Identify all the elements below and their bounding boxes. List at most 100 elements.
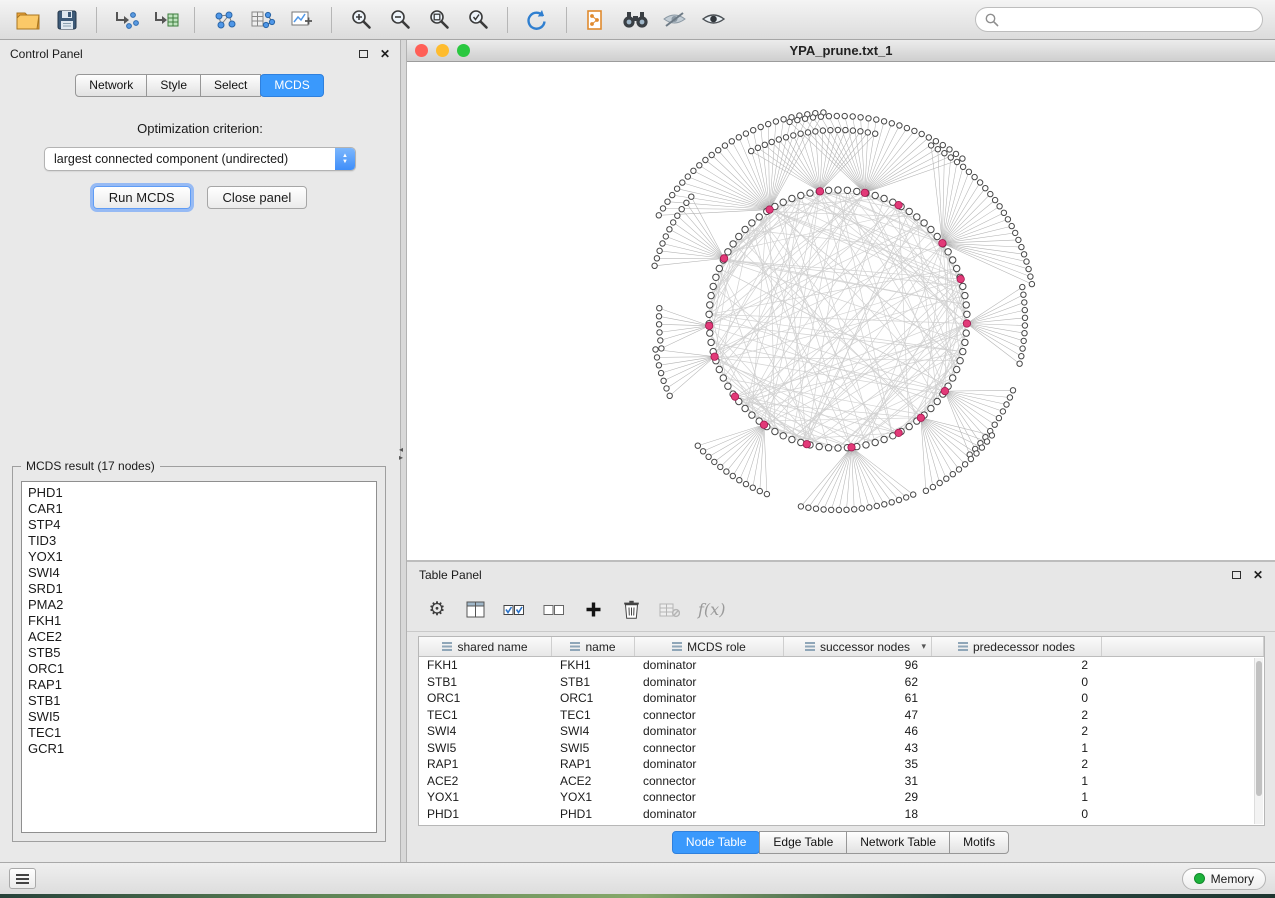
table-row[interactable]: SWI4SWI4dominator462 [419, 723, 1264, 740]
status-menu-button[interactable] [9, 868, 36, 889]
network-from-selection-button[interactable] [580, 5, 612, 35]
search-input[interactable] [1005, 13, 1253, 27]
network-window-titlebar[interactable]: YPA_prune.txt_1 [407, 40, 1275, 62]
memory-button[interactable]: Memory [1182, 868, 1266, 890]
mcds-result-item[interactable]: PMA2 [22, 597, 376, 613]
column-header-successor-nodes[interactable]: successor nodes ▾ [784, 637, 932, 656]
tab-mcds[interactable]: MCDS [260, 74, 323, 97]
leaf-node [795, 117, 800, 122]
mcds-result-item[interactable]: FKH1 [22, 613, 376, 629]
table-row[interactable]: ACE2ACE2connector311 [419, 773, 1264, 790]
tab-motifs[interactable]: Motifs [949, 831, 1009, 854]
import-table-button[interactable] [149, 5, 181, 35]
delete-column-button[interactable] [621, 598, 641, 622]
dominator-node[interactable] [711, 353, 718, 360]
criterion-dropdown[interactable]: largest connected component (undirected)… [44, 147, 356, 171]
dominator-node[interactable] [803, 441, 810, 448]
table-scrollbar-thumb[interactable] [1256, 661, 1262, 796]
zoom-selected-button[interactable] [462, 5, 494, 35]
hide-button[interactable] [658, 5, 690, 35]
zoom-fit-button[interactable] [423, 5, 455, 35]
mcds-result-item[interactable]: SWI4 [22, 565, 376, 581]
table-row[interactable]: FKH1FKH1dominator962 [419, 657, 1264, 674]
table-row[interactable]: SWI5SWI5connector431 [419, 740, 1264, 757]
table-row[interactable]: ORC1ORC1dominator610 [419, 690, 1264, 707]
dominator-node[interactable] [720, 255, 727, 262]
table-row[interactable]: PHD1PHD1dominator180 [419, 806, 1264, 823]
tab-edge-table[interactable]: Edge Table [759, 831, 847, 854]
table-settings-button[interactable]: ⚙ [427, 598, 447, 622]
sort-chevron-icon[interactable]: ▾ [921, 641, 926, 652]
close-panel-button[interactable]: Close panel [207, 186, 308, 209]
mcds-result-item[interactable]: TEC1 [22, 725, 376, 741]
dominator-node[interactable] [895, 201, 902, 208]
dominator-node[interactable] [848, 444, 855, 451]
dominator-node[interactable] [731, 393, 738, 400]
add-column-button[interactable] [583, 598, 603, 622]
column-header-shared-name[interactable]: shared name [419, 637, 552, 656]
dominator-node[interactable] [941, 387, 948, 394]
export-image-button[interactable] [286, 5, 318, 35]
mcds-result-list[interactable]: PHD1CAR1STP4TID3YOX1SWI4SRD1PMA2FKH1ACE2… [21, 481, 377, 833]
deselect-all-button[interactable] [543, 598, 565, 622]
column-header-mcds-role[interactable]: MCDS role [635, 637, 784, 656]
find-button[interactable] [619, 5, 651, 35]
float-table-panel-icon[interactable] [1232, 571, 1241, 579]
tab-node-table[interactable]: Node Table [672, 831, 761, 854]
float-panel-icon[interactable] [359, 50, 368, 58]
network-from-table-button[interactable] [247, 5, 279, 35]
column-header-predecessor-nodes[interactable]: predecessor nodes [932, 637, 1102, 656]
tab-style[interactable]: Style [146, 74, 201, 97]
dominator-node[interactable] [917, 414, 924, 421]
dominator-node[interactable] [939, 240, 946, 247]
dominator-node[interactable] [861, 189, 868, 196]
close-table-panel-icon[interactable]: ✕ [1253, 570, 1263, 580]
mcds-result-item[interactable]: STB1 [22, 693, 376, 709]
close-panel-icon[interactable]: ✕ [380, 49, 390, 59]
mcds-result-item[interactable]: CAR1 [22, 501, 376, 517]
mcds-result-item[interactable]: ORC1 [22, 661, 376, 677]
mcds-result-item[interactable]: TID3 [22, 533, 376, 549]
dominator-node[interactable] [760, 421, 767, 428]
table-row[interactable]: STB1STB1dominator620 [419, 674, 1264, 691]
dominator-node[interactable] [895, 429, 902, 436]
dominator-node[interactable] [706, 322, 713, 329]
mcds-result-item[interactable]: STB5 [22, 645, 376, 661]
mcds-result-item[interactable]: YOX1 [22, 549, 376, 565]
table-row[interactable]: RAP1RAP1dominator352 [419, 756, 1264, 773]
new-network-button[interactable] [208, 5, 240, 35]
dominator-node[interactable] [766, 206, 773, 213]
column-header-name[interactable]: name [552, 637, 635, 656]
mcds-result-item[interactable]: GCR1 [22, 741, 376, 757]
splitter-collapse-icons[interactable]: ◂▸ [399, 446, 403, 462]
import-network-button[interactable] [110, 5, 142, 35]
show-columns-button[interactable] [465, 598, 485, 622]
table-row[interactable]: YOX1YOX1connector291 [419, 789, 1264, 806]
panel-splitter[interactable]: ◂▸ [400, 40, 407, 862]
tab-network[interactable]: Network [75, 74, 147, 97]
mcds-result-item[interactable]: PHD1 [22, 485, 376, 501]
mcds-result-item[interactable]: SRD1 [22, 581, 376, 597]
search-box[interactable] [975, 7, 1263, 32]
leaf-node [944, 476, 949, 481]
dominator-node[interactable] [963, 320, 970, 327]
network-canvas[interactable] [407, 62, 1275, 560]
mcds-result-item[interactable]: RAP1 [22, 677, 376, 693]
zoom-in-button[interactable] [345, 5, 377, 35]
tab-select[interactable]: Select [200, 74, 261, 97]
zoom-out-button[interactable] [384, 5, 416, 35]
run-mcds-button[interactable]: Run MCDS [93, 186, 191, 209]
tab-network-table[interactable]: Network Table [846, 831, 950, 854]
dominator-node[interactable] [816, 188, 823, 195]
table-row[interactable]: TEC1TEC1connector472 [419, 707, 1264, 724]
mcds-result-item[interactable]: STP4 [22, 517, 376, 533]
mcds-result-item[interactable]: SWI5 [22, 709, 376, 725]
open-folder-button[interactable] [12, 5, 44, 35]
save-button[interactable] [51, 5, 83, 35]
select-all-button[interactable] [503, 598, 525, 622]
table-scrollbar[interactable] [1254, 658, 1263, 824]
mcds-result-item[interactable]: ACE2 [22, 629, 376, 645]
dominator-node[interactable] [957, 275, 964, 282]
show-button[interactable] [697, 5, 729, 35]
apply-layout-button[interactable] [521, 5, 553, 35]
